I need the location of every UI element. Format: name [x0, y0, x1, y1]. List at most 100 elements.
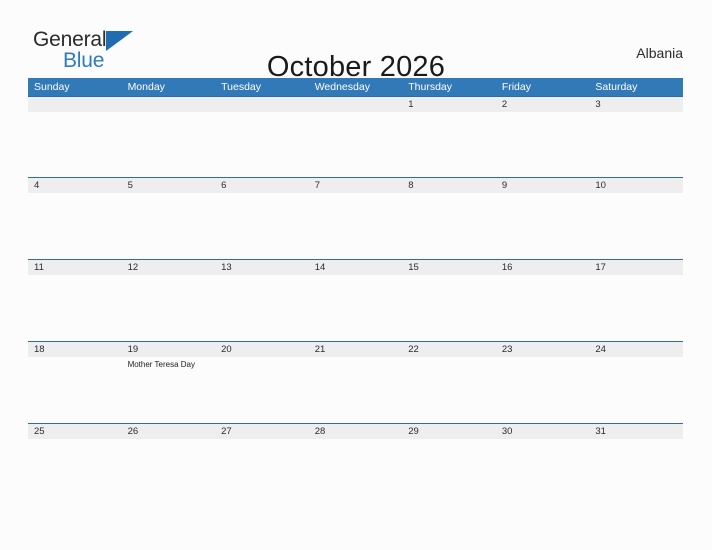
date-number[interactable]: 5: [122, 178, 216, 193]
week-date-numbers: 4 5 6 7 8 9 10: [28, 178, 683, 193]
date-number[interactable]: 17: [589, 260, 683, 275]
date-number[interactable]: 31: [589, 424, 683, 439]
date-number[interactable]: 13: [215, 260, 309, 275]
day-cell[interactable]: [215, 439, 309, 507]
date-number[interactable]: 26: [122, 424, 216, 439]
day-cell[interactable]: [589, 193, 683, 259]
week-event-cells: [28, 439, 683, 507]
day-cell[interactable]: [28, 112, 122, 177]
date-number[interactable]: 4: [28, 178, 122, 193]
date-number[interactable]: 3: [589, 97, 683, 112]
day-cell[interactable]: [589, 357, 683, 423]
week-event-cells: [28, 275, 683, 341]
date-number[interactable]: 2: [496, 97, 590, 112]
day-cell[interactable]: [309, 439, 403, 507]
day-header-thursday: Thursday: [408, 81, 453, 93]
day-cell[interactable]: [496, 275, 590, 341]
date-number[interactable]: 9: [496, 178, 590, 193]
day-cell[interactable]: [496, 193, 590, 259]
day-cell[interactable]: [122, 112, 216, 177]
day-cell[interactable]: [589, 275, 683, 341]
day-cell[interactable]: [28, 439, 122, 507]
calendar-grid: Sunday Monday Tuesday Wednesday Thursday…: [28, 78, 683, 507]
calendar-week-row: 25 26 27 28 29 30 31: [28, 423, 683, 507]
logo-text-general: General: [33, 28, 107, 51]
day-cell[interactable]: [402, 357, 496, 423]
day-cell[interactable]: [496, 112, 590, 177]
day-cell[interactable]: [28, 193, 122, 259]
calendar-week-row: 1 2 3: [28, 96, 683, 177]
day-header-saturday: Saturday: [595, 81, 638, 93]
day-cell[interactable]: [215, 357, 309, 423]
date-number[interactable]: [215, 97, 309, 112]
day-cell[interactable]: [589, 439, 683, 507]
date-number[interactable]: 27: [215, 424, 309, 439]
date-number[interactable]: 20: [215, 342, 309, 357]
page-header: General Blue October 2026 Albania: [0, 0, 712, 83]
day-cell[interactable]: Mother Teresa Day: [122, 357, 216, 423]
date-number[interactable]: 1: [402, 97, 496, 112]
week-date-numbers: 1 2 3: [28, 97, 683, 112]
date-number[interactable]: 22: [402, 342, 496, 357]
country-label: Albania: [636, 45, 683, 61]
day-cell[interactable]: [122, 439, 216, 507]
calendar-page: General Blue October 2026 Albania Sunday…: [0, 0, 712, 550]
day-header-tuesday: Tuesday: [221, 81, 262, 93]
date-number[interactable]: 10: [589, 178, 683, 193]
date-number[interactable]: [309, 97, 403, 112]
day-cell[interactable]: [309, 357, 403, 423]
day-cell[interactable]: [589, 112, 683, 177]
date-number[interactable]: 19: [122, 342, 216, 357]
day-cell[interactable]: [215, 112, 309, 177]
day-header-wednesday: Wednesday: [314, 81, 370, 93]
day-cell[interactable]: [28, 357, 122, 423]
date-number[interactable]: 24: [589, 342, 683, 357]
week-date-numbers: 11 12 13 14 15 16 17: [28, 260, 683, 275]
day-cell[interactable]: [496, 357, 590, 423]
day-cell[interactable]: [215, 275, 309, 341]
day-cell[interactable]: [402, 112, 496, 177]
date-number[interactable]: [122, 97, 216, 112]
date-number[interactable]: [28, 97, 122, 112]
week-event-cells: [28, 193, 683, 259]
day-header-friday: Friday: [501, 81, 531, 93]
date-number[interactable]: 25: [28, 424, 122, 439]
day-cell[interactable]: [122, 193, 216, 259]
calendar-week-row: 18 19 20 21 22 23 24 Mother Teresa Day: [28, 341, 683, 423]
day-cell[interactable]: [215, 193, 309, 259]
date-number[interactable]: 23: [496, 342, 590, 357]
day-cell[interactable]: [309, 112, 403, 177]
date-number[interactable]: 28: [309, 424, 403, 439]
date-number[interactable]: 30: [496, 424, 590, 439]
date-number[interactable]: 29: [402, 424, 496, 439]
week-event-cells: Mother Teresa Day: [28, 357, 683, 423]
event-label: Mother Teresa Day: [127, 360, 195, 369]
date-number[interactable]: 6: [215, 178, 309, 193]
week-date-numbers: 25 26 27 28 29 30 31: [28, 424, 683, 439]
day-cell[interactable]: [122, 275, 216, 341]
calendar-week-row: 4 5 6 7 8 9 10: [28, 177, 683, 259]
week-event-cells: [28, 112, 683, 177]
day-cell[interactable]: [28, 275, 122, 341]
day-of-week-header-row: Sunday Monday Tuesday Wednesday Thursday…: [28, 78, 683, 96]
day-cell[interactable]: [309, 193, 403, 259]
date-number[interactable]: 7: [309, 178, 403, 193]
day-cell[interactable]: [402, 439, 496, 507]
day-cell[interactable]: [402, 275, 496, 341]
date-number[interactable]: 8: [402, 178, 496, 193]
date-number[interactable]: 15: [402, 260, 496, 275]
date-number[interactable]: 11: [28, 260, 122, 275]
day-cell[interactable]: [402, 193, 496, 259]
date-number[interactable]: 21: [309, 342, 403, 357]
date-number[interactable]: 12: [122, 260, 216, 275]
day-header-monday: Monday: [127, 81, 165, 93]
date-number[interactable]: 18: [28, 342, 122, 357]
triangle-flag-icon: [106, 31, 133, 51]
date-number[interactable]: 14: [309, 260, 403, 275]
day-cell[interactable]: [309, 275, 403, 341]
day-cell[interactable]: [496, 439, 590, 507]
date-number[interactable]: 16: [496, 260, 590, 275]
calendar-week-row: 11 12 13 14 15 16 17: [28, 259, 683, 341]
week-date-numbers: 18 19 20 21 22 23 24: [28, 342, 683, 357]
day-header-sunday: Sunday: [34, 81, 70, 93]
